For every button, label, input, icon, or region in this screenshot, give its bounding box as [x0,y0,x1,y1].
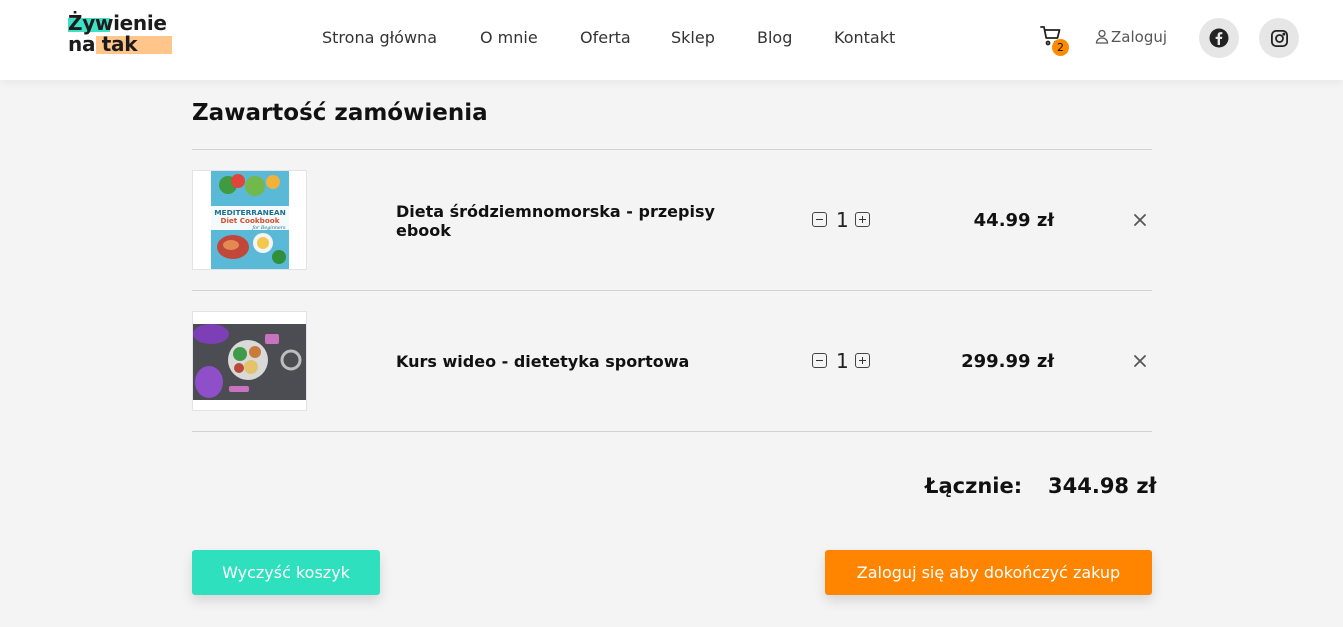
divider [192,290,1152,291]
nav-item-blog[interactable]: Blog [757,28,792,47]
close-icon [1134,355,1146,367]
product-price-ebook: 44.99 zł [973,210,1054,231]
site-logo[interactable]: Żywienie na tak [68,10,178,58]
page-title: Zawartość zamówienia [192,100,488,126]
divider [192,149,1152,150]
book-cover-image: MEDITERRANEAN Diet Cookbook for Beginner… [193,171,306,269]
product-image-ebook[interactable]: MEDITERRANEAN Diet Cookbook for Beginner… [192,170,307,270]
login-to-checkout-button[interactable]: Zaloguj się aby dokończyć zakup [825,550,1152,595]
login-label: Zaloguj [1111,28,1168,46]
course-photo-image [193,312,306,410]
logo-line-2: na tak [68,32,138,56]
total-label: Łącznie: [925,474,1023,498]
increase-quantity-button[interactable] [855,353,870,368]
total-value: 344.98 zł [1048,474,1157,498]
quantity-stepper-ebook: 1 [812,208,872,232]
increase-quantity-button[interactable] [855,212,870,227]
nav-item-about[interactable]: O mnie [480,28,538,47]
remove-item-button[interactable] [1132,353,1148,369]
decrease-quantity-button[interactable] [812,212,827,227]
product-image-course[interactable] [192,311,307,411]
cart-button[interactable]: 2 [1039,24,1069,56]
nav-item-home[interactable]: Strona główna [322,28,437,47]
cover-title-line-3: for Beginners [251,225,286,231]
nav-item-shop[interactable]: Sklep [671,28,715,47]
decrease-quantity-button[interactable] [812,353,827,368]
instagram-icon [1270,29,1288,47]
logo-line-1: Żywienie [68,11,167,35]
facebook-button[interactable] [1199,18,1239,58]
product-price-course: 299.99 zł [961,351,1054,372]
site-header: Żywienie na tak Strona główna O mnie Ofe… [0,0,1343,80]
quantity-value: 1 [836,208,849,232]
cart-count-badge: 2 [1052,39,1069,56]
product-name-course[interactable]: Kurs wideo - dietetyka sportowa [396,352,726,371]
quantity-stepper-course: 1 [812,349,872,373]
instagram-button[interactable] [1259,18,1299,58]
nav-item-contact[interactable]: Kontakt [834,28,895,47]
facebook-icon [1209,28,1229,48]
nav-item-offer[interactable]: Oferta [580,28,631,47]
product-name-ebook[interactable]: Dieta śródziemnomorska - przepisy ebook [396,202,726,240]
login-link[interactable]: Zaloguj [1095,28,1167,46]
cover-title-line-2: Diet Cookbook [221,216,280,225]
remove-item-button[interactable] [1132,212,1148,228]
close-icon [1134,214,1146,226]
divider [192,431,1152,432]
user-icon [1095,29,1109,44]
quantity-value: 1 [836,349,849,373]
clear-cart-button[interactable]: Wyczyść koszyk [192,550,380,595]
